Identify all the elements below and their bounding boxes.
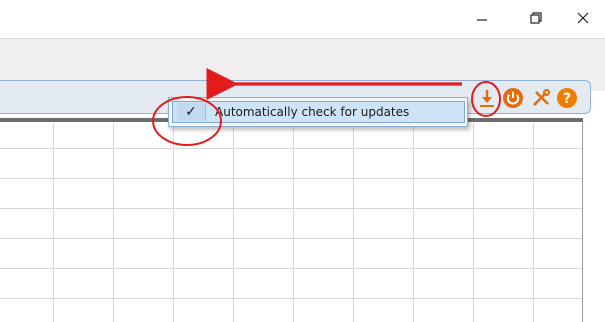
power-icon	[503, 88, 523, 108]
menu-item-label: Automatically check for updates	[215, 105, 410, 119]
svg-text:?: ?	[563, 91, 571, 107]
close-button[interactable]	[563, 0, 603, 36]
minimize-button[interactable]	[462, 0, 502, 36]
checkmark-icon: ✓	[177, 103, 206, 121]
update-options-menu: ✓ Automatically check for updates	[168, 97, 468, 127]
tools-button[interactable]	[530, 87, 552, 109]
help-icon: ?	[557, 88, 577, 108]
power-button[interactable]	[502, 87, 524, 109]
data-grid[interactable]	[0, 123, 583, 322]
download-update-button[interactable]	[476, 87, 498, 109]
tools-icon	[533, 88, 551, 106]
close-icon	[577, 12, 589, 24]
help-button[interactable]: ?	[556, 87, 578, 109]
download-update-icon	[480, 90, 494, 107]
restore-icon	[530, 12, 542, 24]
menu-item-auto-check-updates[interactable]: ✓ Automatically check for updates	[172, 101, 465, 123]
restore-button[interactable]	[516, 0, 556, 36]
minimize-icon	[477, 19, 487, 21]
